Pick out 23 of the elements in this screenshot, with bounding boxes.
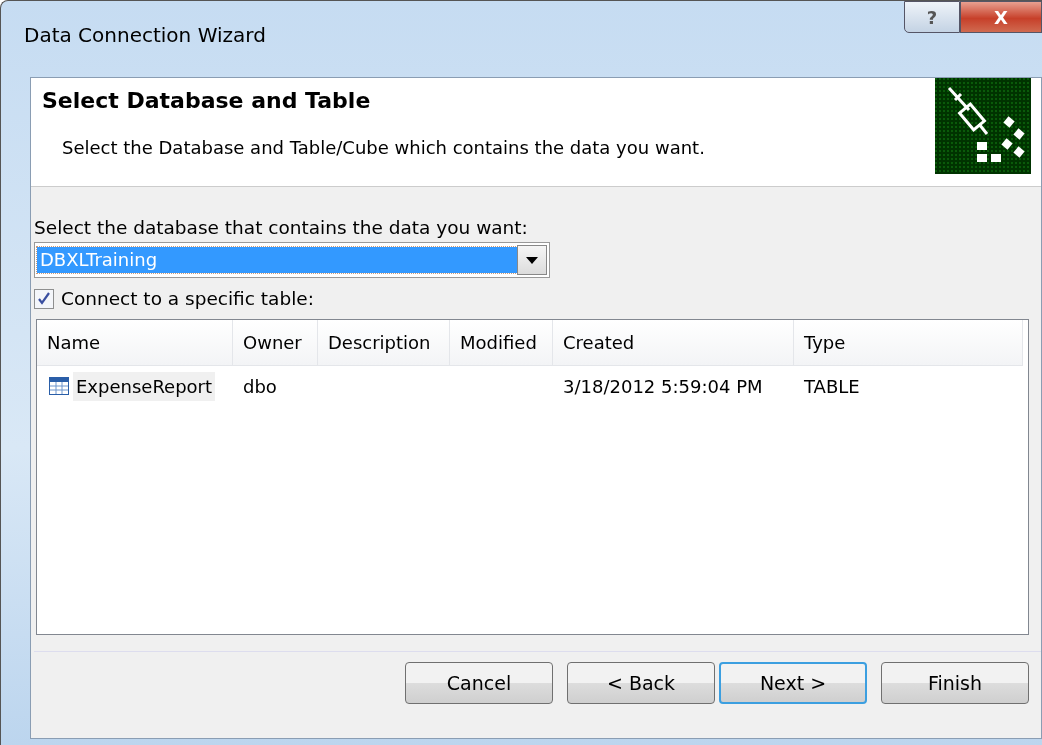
close-button[interactable]: X — [960, 1, 1042, 33]
wizard-button[interactable]: < Back — [567, 662, 715, 704]
wizard-button[interactable]: Cancel — [405, 662, 553, 704]
table-cell: 3/18/2012 5:59:04 PM — [563, 375, 763, 397]
checkbox-label[interactable]: Connect to a specific table: — [61, 288, 314, 309]
page-subtitle: Select the Database and Table/Cube which contains the data you want. — [62, 137, 705, 158]
table-name[interactable]: ExpenseReport — [73, 371, 216, 401]
wizard-button[interactable]: Next > — [719, 662, 867, 704]
column-header[interactable]: Type — [794, 320, 1023, 366]
checkbox[interactable] — [34, 288, 54, 309]
page-title: Select Database and Table — [42, 88, 372, 113]
column-header[interactable]: Name — [37, 320, 233, 366]
table-cell: dbo — [243, 375, 277, 397]
table-cell: TABLE — [804, 375, 860, 397]
table-icon — [49, 377, 69, 395]
wizard-button[interactable]: Finish — [881, 662, 1029, 704]
column-header[interactable]: Created — [553, 320, 794, 366]
database-label: Select the database that contains the data you want: — [34, 217, 529, 238]
window-title: Data Connection Wizard — [24, 23, 266, 47]
column-header[interactable]: Description — [318, 320, 450, 366]
help-button[interactable]: ? — [904, 1, 960, 33]
column-header[interactable]: Owner — [233, 320, 318, 366]
column-header[interactable]: Modified — [450, 320, 553, 366]
